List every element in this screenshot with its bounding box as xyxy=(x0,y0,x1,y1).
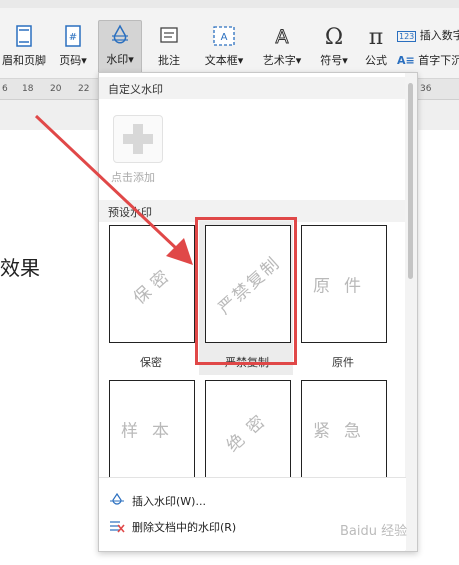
dropdown-scrollbar[interactable] xyxy=(405,73,417,551)
svg-text:A: A xyxy=(221,32,228,43)
header-footer-icon xyxy=(16,25,32,47)
svg-text:#: # xyxy=(69,32,77,43)
preset-watermark-card[interactable]: 绝密 xyxy=(205,380,291,478)
symbol-button[interactable]: Ω 符号▾ xyxy=(314,22,354,74)
drop-cap-label: 首字下沉 xyxy=(418,54,459,67)
document-text: 效果 xyxy=(0,256,40,280)
scrollbar-thumb[interactable] xyxy=(408,83,413,279)
ruler-tick: 18 xyxy=(22,84,34,94)
comment-icon xyxy=(160,27,178,43)
pi-icon: π xyxy=(369,25,383,48)
page-number-button[interactable]: # 页码▾ xyxy=(52,22,94,74)
preset-watermark-text: 保密 xyxy=(129,263,178,309)
chevron-down-icon: ▾ xyxy=(128,53,134,66)
formula-button[interactable]: π 公式 xyxy=(360,22,392,74)
chevron-down-icon: ▾ xyxy=(295,54,302,67)
comment-button[interactable]: 批注 xyxy=(150,22,188,74)
watermark-button[interactable]: 水印▾ xyxy=(98,20,142,76)
watermark-icon xyxy=(112,24,128,44)
preset-watermark-title: 预设水印 xyxy=(108,206,152,219)
custom-watermark-title: 自定义水印 xyxy=(108,83,163,96)
ruler-tick: 36 xyxy=(420,84,432,94)
wordart-icon: A xyxy=(275,26,289,49)
watermark-icon xyxy=(110,493,124,505)
textbox-icon: A xyxy=(213,26,235,46)
preset-watermark-card[interactable]: 紧急 xyxy=(301,380,387,478)
plus-icon xyxy=(123,124,153,154)
comment-label: 批注 xyxy=(158,54,180,67)
ribbon-toolbar: 眉和页脚 # 页码▾ 水印▾ 批注 A 文本框▾ A 艺术字▾ Ω 符号▾ π … xyxy=(0,0,459,79)
wordart-button[interactable]: A 艺术字▾ xyxy=(256,22,308,74)
highlight-box xyxy=(195,217,297,365)
preset-watermark-text: 绝密 xyxy=(222,405,277,457)
preset-watermark-card[interactable]: 原件 xyxy=(301,225,387,343)
delete-watermark-icon xyxy=(110,521,125,533)
ruler-tick: 6 xyxy=(2,84,8,94)
page-number-label: 页码 xyxy=(59,54,82,67)
preset-watermark-text: 样本 xyxy=(121,421,183,442)
preset-watermark-text: 紧急 xyxy=(313,421,375,442)
chevron-down-icon: ▾ xyxy=(342,54,348,67)
site-watermark-logo: Baidu 经验 xyxy=(340,524,408,539)
svg-text:π: π xyxy=(369,25,383,48)
chevron-down-icon: ▾ xyxy=(81,54,87,67)
insert-watermark-item[interactable]: 插入水印(W)... xyxy=(99,488,405,512)
delete-watermark-label: 删除文档中的水印(R) xyxy=(132,521,237,534)
textbox-label: 文本框 xyxy=(204,54,238,67)
ruler-tick: 22 xyxy=(78,84,90,94)
drop-cap-icon: A≡ xyxy=(397,54,415,67)
page-number-icon: # xyxy=(65,25,81,47)
svg-text:Ω: Ω xyxy=(325,25,343,48)
ribbon-tab-strip xyxy=(0,0,459,8)
svg-text:A: A xyxy=(276,26,289,48)
preset-watermark-card[interactable]: 样本 xyxy=(109,380,195,478)
insert-number-button[interactable]: 123 插入数字 xyxy=(397,27,459,43)
wordart-label: 艺术字 xyxy=(262,54,296,67)
chevron-down-icon: ▾ xyxy=(237,54,244,67)
textbox-button[interactable]: A 文本框▾ xyxy=(199,22,249,74)
preset-watermark-card[interactable]: 保密 xyxy=(109,225,195,343)
symbol-label: 符号 xyxy=(320,54,343,67)
preset-watermark-label: 原件 xyxy=(332,356,354,369)
ruler-tick: 20 xyxy=(50,84,62,94)
number-icon: 123 xyxy=(397,31,417,42)
drop-cap-button[interactable]: A≡ 首字下沉 xyxy=(397,52,459,68)
header-footer-label: 眉和页脚 xyxy=(2,54,46,67)
header-footer-button[interactable]: 眉和页脚 xyxy=(0,22,48,74)
insert-number-label: 插入数字 xyxy=(419,29,459,42)
insert-watermark-label: 插入水印(W)... xyxy=(132,495,206,508)
omega-icon: Ω xyxy=(325,25,343,48)
preset-watermark-label: 保密 xyxy=(140,356,162,369)
add-watermark-label[interactable]: 点击添加 xyxy=(111,169,155,185)
dropdown-footer: 插入水印(W)... 删除文档中的水印(R) xyxy=(99,477,406,550)
add-watermark-tile[interactable] xyxy=(113,115,163,163)
custom-watermark-header: 自定义水印 xyxy=(99,77,405,99)
preset-watermark-text: 原件 xyxy=(313,276,375,297)
watermark-label: 水印 xyxy=(106,53,129,66)
formula-label: 公式 xyxy=(365,54,387,67)
